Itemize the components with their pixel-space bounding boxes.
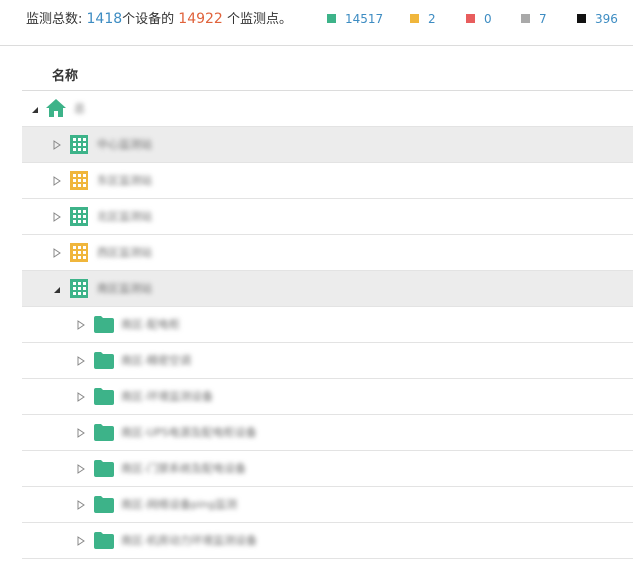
legend-offline-swatch bbox=[577, 14, 586, 23]
tree-leaf-row[interactable]: 南区-机房动力环境监测设备 bbox=[22, 523, 633, 559]
legend-unknown-count: 7 bbox=[539, 12, 547, 26]
home-icon bbox=[46, 99, 66, 117]
folder-icon bbox=[94, 460, 114, 477]
collapsed-triangle-icon[interactable] bbox=[53, 212, 61, 222]
building-icon bbox=[70, 171, 88, 190]
tree-leaf-label: 南区-机房动力环境监测设备 bbox=[121, 534, 257, 547]
folder-icon bbox=[94, 424, 114, 441]
tree-node-row[interactable]: 中心监测站 bbox=[22, 127, 633, 163]
legend-error-count: 0 bbox=[484, 12, 492, 26]
tree-leaf-row[interactable]: 南区-网络设备ping监测 bbox=[22, 487, 633, 523]
tree-node-label: 北区监测站 bbox=[97, 210, 152, 223]
tree-node-label: 中心监测站 bbox=[97, 138, 152, 151]
folder-icon bbox=[94, 352, 114, 369]
legend-error-swatch bbox=[466, 14, 475, 23]
collapsed-triangle-icon[interactable] bbox=[53, 176, 61, 186]
legend-offline[interactable]: 396 bbox=[577, 11, 618, 27]
tree-leaf-label: 南区-精密空调 bbox=[121, 354, 191, 367]
legend-warning[interactable]: 2 bbox=[410, 11, 436, 27]
folder-icon bbox=[94, 388, 114, 405]
monitoring-summary-text: 监测总数: 1418个设备的 14922 个监测点。 bbox=[26, 10, 292, 29]
tree-node-label: 东区监测站 bbox=[97, 174, 152, 187]
legend-unknown-swatch bbox=[521, 14, 530, 23]
folder-icon bbox=[94, 496, 114, 513]
legend-warning-count: 2 bbox=[428, 12, 436, 26]
summary-prefix: 监测总数: bbox=[26, 12, 87, 27]
point-count: 14922 bbox=[178, 11, 223, 27]
collapsed-triangle-icon[interactable] bbox=[77, 428, 85, 438]
legend-normal-count: 14517 bbox=[345, 12, 384, 26]
legend-normal-swatch bbox=[327, 14, 336, 23]
building-icon bbox=[70, 207, 88, 226]
table-header: 名称 bbox=[22, 55, 633, 91]
collapsed-triangle-icon[interactable] bbox=[77, 320, 85, 330]
monitoring-summary-bar: 监测总数: 1418个设备的 14922 个监测点。 14517 2 0 7 3… bbox=[0, 0, 633, 46]
legend-warning-swatch bbox=[410, 14, 419, 23]
tree-leaf-label: 南区-门禁系统及配电设备 bbox=[121, 462, 246, 475]
tree-leaf-label: 南区-UPS电源及配电柜设备 bbox=[121, 426, 257, 439]
tree-node-label: 西区监测站 bbox=[97, 246, 152, 259]
collapsed-triangle-icon[interactable] bbox=[53, 248, 61, 258]
legend-offline-count: 396 bbox=[595, 12, 618, 26]
points-suffix: 个监测点。 bbox=[222, 12, 292, 27]
tree-leaf-row[interactable]: 南区-门禁系统及配电设备 bbox=[22, 451, 633, 487]
tree-root-row[interactable]: 总 bbox=[22, 91, 633, 127]
tree-leaf-row[interactable]: 南区-UPS电源及配电柜设备 bbox=[22, 415, 633, 451]
tree-leaf-row[interactable]: 南区-配电柜 bbox=[22, 307, 633, 343]
legend-normal[interactable]: 14517 bbox=[327, 11, 383, 27]
expanded-triangle-icon[interactable] bbox=[31, 105, 39, 115]
collapsed-triangle-icon[interactable] bbox=[77, 536, 85, 546]
building-icon bbox=[70, 279, 88, 298]
legend-unknown[interactable]: 7 bbox=[521, 11, 547, 27]
expanded-triangle-icon[interactable] bbox=[53, 285, 61, 295]
tree-node-row[interactable]: 东区监测站 bbox=[22, 163, 633, 199]
collapsed-triangle-icon[interactable] bbox=[77, 464, 85, 474]
collapsed-triangle-icon[interactable] bbox=[77, 392, 85, 402]
tree-node-row-expanded[interactable]: 南区监测站 bbox=[22, 271, 633, 307]
collapsed-triangle-icon[interactable] bbox=[53, 140, 61, 150]
column-header-name[interactable]: 名称 bbox=[52, 65, 78, 84]
tree-leaf-row[interactable]: 南区-环境监测设备 bbox=[22, 379, 633, 415]
tree-leaf-label: 南区-网络设备ping监测 bbox=[121, 498, 237, 511]
tree-root-label: 总 bbox=[74, 102, 85, 115]
device-count: 1418 bbox=[86, 11, 123, 27]
tree-node-label: 南区监测站 bbox=[97, 282, 152, 295]
tree-leaf-label: 南区-配电柜 bbox=[121, 318, 180, 331]
tree-leaf-row[interactable]: 南区-精密空调 bbox=[22, 343, 633, 379]
legend-error[interactable]: 0 bbox=[466, 11, 492, 27]
folder-icon bbox=[94, 532, 114, 549]
building-icon bbox=[70, 135, 88, 154]
tree-node-row[interactable]: 西区监测站 bbox=[22, 235, 633, 271]
devices-suffix: 个设备的 bbox=[122, 12, 179, 27]
tree-leaf-label: 南区-环境监测设备 bbox=[121, 390, 213, 403]
collapsed-triangle-icon[interactable] bbox=[77, 356, 85, 366]
collapsed-triangle-icon[interactable] bbox=[77, 500, 85, 510]
tree-node-row[interactable]: 北区监测站 bbox=[22, 199, 633, 235]
folder-icon bbox=[94, 316, 114, 333]
building-icon bbox=[70, 243, 88, 262]
